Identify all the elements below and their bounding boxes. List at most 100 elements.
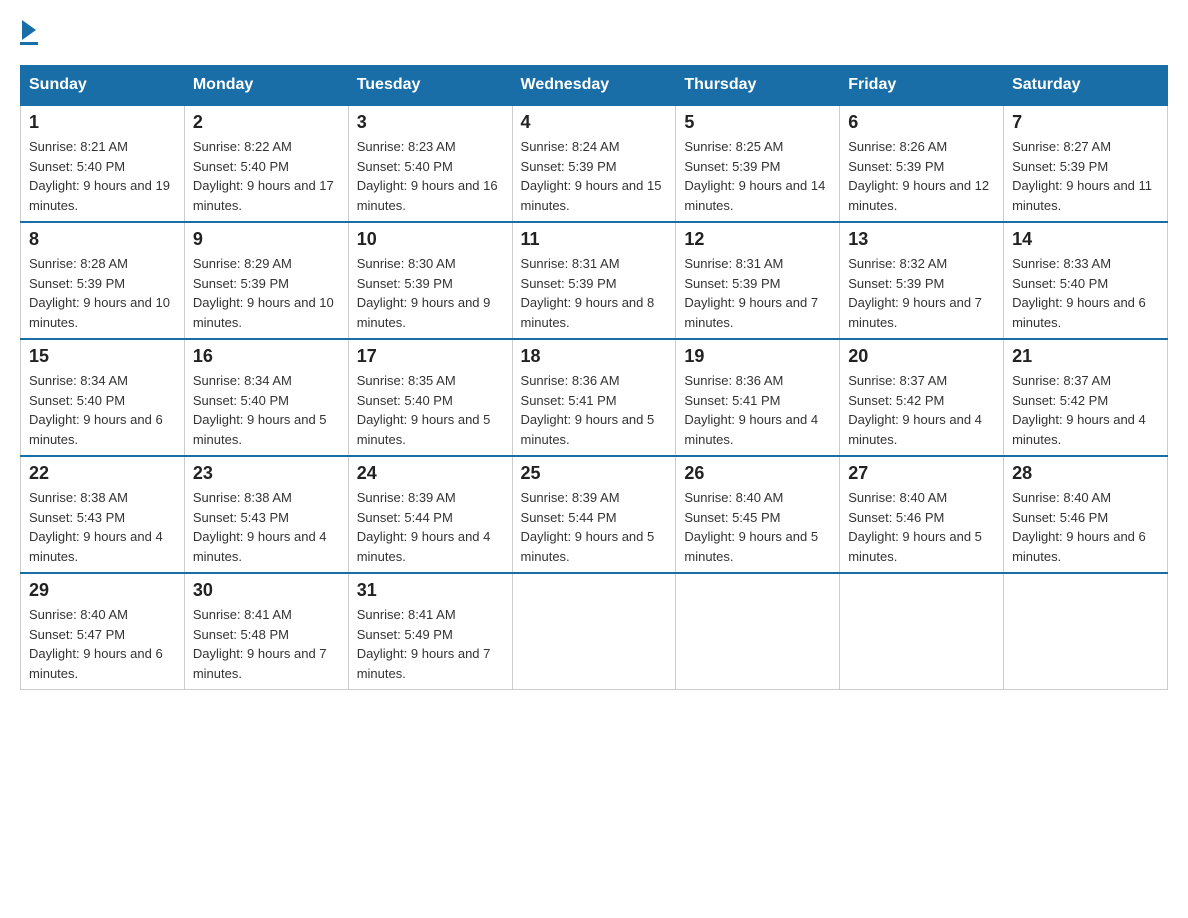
calendar-cell: 3 Sunrise: 8:23 AMSunset: 5:40 PMDayligh… xyxy=(348,105,512,222)
logo-arrow-icon xyxy=(22,20,36,40)
calendar-cell: 9 Sunrise: 8:29 AMSunset: 5:39 PMDayligh… xyxy=(184,222,348,339)
day-number: 1 xyxy=(29,112,176,133)
header-saturday: Saturday xyxy=(1004,66,1168,106)
calendar-cell: 11 Sunrise: 8:31 AMSunset: 5:39 PMDaylig… xyxy=(512,222,676,339)
day-number: 18 xyxy=(521,346,668,367)
day-info: Sunrise: 8:25 AMSunset: 5:39 PMDaylight:… xyxy=(684,139,825,213)
calendar-cell: 27 Sunrise: 8:40 AMSunset: 5:46 PMDaylig… xyxy=(840,456,1004,573)
day-info: Sunrise: 8:34 AMSunset: 5:40 PMDaylight:… xyxy=(193,373,327,447)
day-number: 30 xyxy=(193,580,340,601)
day-number: 27 xyxy=(848,463,995,484)
calendar-cell: 23 Sunrise: 8:38 AMSunset: 5:43 PMDaylig… xyxy=(184,456,348,573)
day-info: Sunrise: 8:36 AMSunset: 5:41 PMDaylight:… xyxy=(684,373,818,447)
day-number: 7 xyxy=(1012,112,1159,133)
header-wednesday: Wednesday xyxy=(512,66,676,106)
day-number: 2 xyxy=(193,112,340,133)
day-number: 10 xyxy=(357,229,504,250)
day-number: 3 xyxy=(357,112,504,133)
day-number: 17 xyxy=(357,346,504,367)
day-info: Sunrise: 8:35 AMSunset: 5:40 PMDaylight:… xyxy=(357,373,491,447)
day-info: Sunrise: 8:21 AMSunset: 5:40 PMDaylight:… xyxy=(29,139,170,213)
day-number: 11 xyxy=(521,229,668,250)
calendar-cell: 16 Sunrise: 8:34 AMSunset: 5:40 PMDaylig… xyxy=(184,339,348,456)
calendar-week-row: 22 Sunrise: 8:38 AMSunset: 5:43 PMDaylig… xyxy=(21,456,1168,573)
day-info: Sunrise: 8:22 AMSunset: 5:40 PMDaylight:… xyxy=(193,139,334,213)
header-monday: Monday xyxy=(184,66,348,106)
day-number: 9 xyxy=(193,229,340,250)
day-number: 16 xyxy=(193,346,340,367)
day-info: Sunrise: 8:33 AMSunset: 5:40 PMDaylight:… xyxy=(1012,256,1146,330)
day-number: 23 xyxy=(193,463,340,484)
calendar-cell: 15 Sunrise: 8:34 AMSunset: 5:40 PMDaylig… xyxy=(21,339,185,456)
header-thursday: Thursday xyxy=(676,66,840,106)
calendar-cell: 13 Sunrise: 8:32 AMSunset: 5:39 PMDaylig… xyxy=(840,222,1004,339)
day-info: Sunrise: 8:40 AMSunset: 5:46 PMDaylight:… xyxy=(1012,490,1146,564)
calendar-cell: 12 Sunrise: 8:31 AMSunset: 5:39 PMDaylig… xyxy=(676,222,840,339)
day-info: Sunrise: 8:24 AMSunset: 5:39 PMDaylight:… xyxy=(521,139,662,213)
calendar-cell: 31 Sunrise: 8:41 AMSunset: 5:49 PMDaylig… xyxy=(348,573,512,690)
calendar-cell: 7 Sunrise: 8:27 AMSunset: 5:39 PMDayligh… xyxy=(1004,105,1168,222)
day-info: Sunrise: 8:30 AMSunset: 5:39 PMDaylight:… xyxy=(357,256,491,330)
day-info: Sunrise: 8:41 AMSunset: 5:48 PMDaylight:… xyxy=(193,607,327,681)
calendar-cell xyxy=(512,573,676,690)
day-number: 12 xyxy=(684,229,831,250)
header-friday: Friday xyxy=(840,66,1004,106)
day-info: Sunrise: 8:38 AMSunset: 5:43 PMDaylight:… xyxy=(193,490,327,564)
day-info: Sunrise: 8:39 AMSunset: 5:44 PMDaylight:… xyxy=(521,490,655,564)
calendar-cell xyxy=(840,573,1004,690)
page-header xyxy=(20,20,1168,45)
calendar-cell: 29 Sunrise: 8:40 AMSunset: 5:47 PMDaylig… xyxy=(21,573,185,690)
day-info: Sunrise: 8:31 AMSunset: 5:39 PMDaylight:… xyxy=(684,256,818,330)
calendar-cell: 20 Sunrise: 8:37 AMSunset: 5:42 PMDaylig… xyxy=(840,339,1004,456)
day-number: 19 xyxy=(684,346,831,367)
calendar-cell: 1 Sunrise: 8:21 AMSunset: 5:40 PMDayligh… xyxy=(21,105,185,222)
header-tuesday: Tuesday xyxy=(348,66,512,106)
day-info: Sunrise: 8:37 AMSunset: 5:42 PMDaylight:… xyxy=(848,373,982,447)
day-info: Sunrise: 8:40 AMSunset: 5:47 PMDaylight:… xyxy=(29,607,163,681)
day-info: Sunrise: 8:36 AMSunset: 5:41 PMDaylight:… xyxy=(521,373,655,447)
calendar-header-row: SundayMondayTuesdayWednesdayThursdayFrid… xyxy=(21,66,1168,106)
day-number: 14 xyxy=(1012,229,1159,250)
day-number: 15 xyxy=(29,346,176,367)
day-info: Sunrise: 8:31 AMSunset: 5:39 PMDaylight:… xyxy=(521,256,655,330)
day-number: 21 xyxy=(1012,346,1159,367)
calendar-cell: 19 Sunrise: 8:36 AMSunset: 5:41 PMDaylig… xyxy=(676,339,840,456)
day-info: Sunrise: 8:41 AMSunset: 5:49 PMDaylight:… xyxy=(357,607,491,681)
calendar-cell: 25 Sunrise: 8:39 AMSunset: 5:44 PMDaylig… xyxy=(512,456,676,573)
day-number: 22 xyxy=(29,463,176,484)
day-number: 5 xyxy=(684,112,831,133)
calendar-table: SundayMondayTuesdayWednesdayThursdayFrid… xyxy=(20,65,1168,690)
calendar-cell: 18 Sunrise: 8:36 AMSunset: 5:41 PMDaylig… xyxy=(512,339,676,456)
calendar-cell: 10 Sunrise: 8:30 AMSunset: 5:39 PMDaylig… xyxy=(348,222,512,339)
day-info: Sunrise: 8:40 AMSunset: 5:45 PMDaylight:… xyxy=(684,490,818,564)
calendar-cell: 26 Sunrise: 8:40 AMSunset: 5:45 PMDaylig… xyxy=(676,456,840,573)
calendar-week-row: 29 Sunrise: 8:40 AMSunset: 5:47 PMDaylig… xyxy=(21,573,1168,690)
logo xyxy=(20,20,38,45)
calendar-cell: 21 Sunrise: 8:37 AMSunset: 5:42 PMDaylig… xyxy=(1004,339,1168,456)
calendar-cell: 4 Sunrise: 8:24 AMSunset: 5:39 PMDayligh… xyxy=(512,105,676,222)
day-number: 28 xyxy=(1012,463,1159,484)
header-sunday: Sunday xyxy=(21,66,185,106)
day-number: 13 xyxy=(848,229,995,250)
calendar-cell: 17 Sunrise: 8:35 AMSunset: 5:40 PMDaylig… xyxy=(348,339,512,456)
day-number: 4 xyxy=(521,112,668,133)
calendar-cell: 6 Sunrise: 8:26 AMSunset: 5:39 PMDayligh… xyxy=(840,105,1004,222)
day-number: 25 xyxy=(521,463,668,484)
day-info: Sunrise: 8:28 AMSunset: 5:39 PMDaylight:… xyxy=(29,256,170,330)
day-info: Sunrise: 8:39 AMSunset: 5:44 PMDaylight:… xyxy=(357,490,491,564)
calendar-week-row: 1 Sunrise: 8:21 AMSunset: 5:40 PMDayligh… xyxy=(21,105,1168,222)
day-number: 20 xyxy=(848,346,995,367)
calendar-cell: 8 Sunrise: 8:28 AMSunset: 5:39 PMDayligh… xyxy=(21,222,185,339)
calendar-cell: 2 Sunrise: 8:22 AMSunset: 5:40 PMDayligh… xyxy=(184,105,348,222)
day-number: 24 xyxy=(357,463,504,484)
calendar-cell: 24 Sunrise: 8:39 AMSunset: 5:44 PMDaylig… xyxy=(348,456,512,573)
day-number: 31 xyxy=(357,580,504,601)
day-info: Sunrise: 8:34 AMSunset: 5:40 PMDaylight:… xyxy=(29,373,163,447)
calendar-cell: 14 Sunrise: 8:33 AMSunset: 5:40 PMDaylig… xyxy=(1004,222,1168,339)
day-info: Sunrise: 8:27 AMSunset: 5:39 PMDaylight:… xyxy=(1012,139,1152,213)
day-number: 8 xyxy=(29,229,176,250)
day-number: 26 xyxy=(684,463,831,484)
day-info: Sunrise: 8:38 AMSunset: 5:43 PMDaylight:… xyxy=(29,490,163,564)
calendar-cell xyxy=(676,573,840,690)
calendar-cell: 30 Sunrise: 8:41 AMSunset: 5:48 PMDaylig… xyxy=(184,573,348,690)
